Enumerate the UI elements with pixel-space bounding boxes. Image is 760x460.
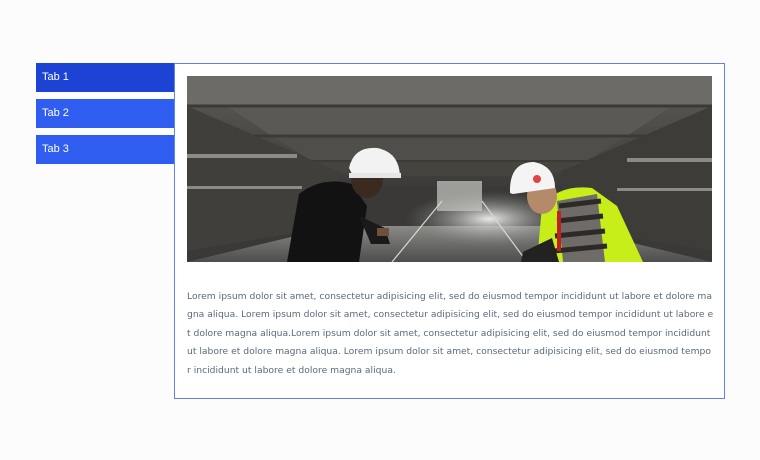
tab-list: Tab 1 Tab 2 Tab 3 [36, 63, 174, 171]
tab-1[interactable]: Tab 1 [36, 63, 174, 92]
panel-text: Lorem ipsum dolor sit amet, consectetur … [187, 291, 714, 376]
tab-2[interactable]: Tab 2 [36, 99, 174, 128]
workers-photo [187, 76, 712, 262]
tab-panel: Lorem ipsum dolor sit amet, consectetur … [174, 63, 725, 399]
tab-3[interactable]: Tab 3 [36, 135, 174, 164]
